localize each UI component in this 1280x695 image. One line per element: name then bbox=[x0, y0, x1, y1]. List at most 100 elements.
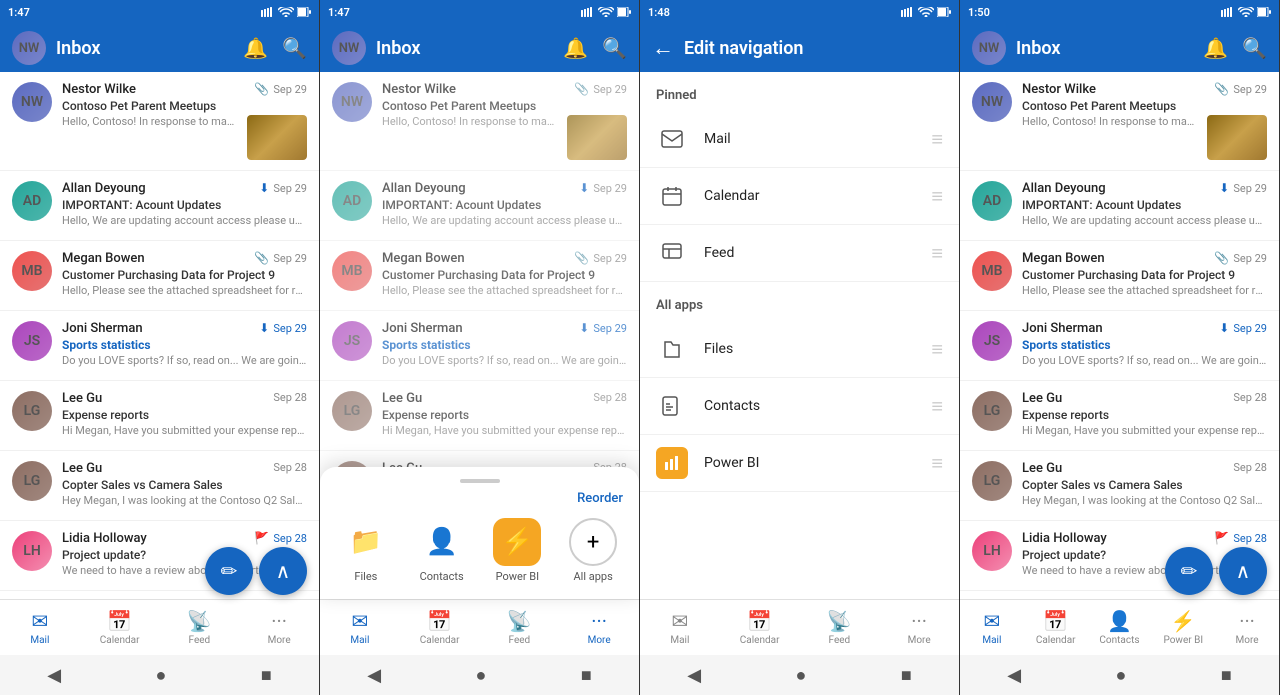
back-button-3[interactable]: ◀ bbox=[687, 665, 701, 686]
email-item[interactable]: JS Joni Sherman ⬇ Sep 29 Sports statisti… bbox=[960, 311, 1279, 381]
nav-calendar-1[interactable]: 📅 Calendar bbox=[96, 609, 144, 646]
reorder-handle-mail[interactable]: ≡ bbox=[931, 127, 943, 152]
reorder-handle-calendar[interactable]: ≡ bbox=[931, 184, 943, 209]
recent-button-2[interactable]: ■ bbox=[581, 665, 592, 686]
back-arrow-button[interactable]: ← bbox=[652, 35, 674, 61]
attachment-icon: 📎 bbox=[254, 251, 269, 265]
edit-nav-contacts[interactable]: Contacts ≡ bbox=[640, 378, 959, 435]
nav-mail-2[interactable]: ✉ Mail bbox=[336, 609, 384, 646]
reorder-button[interactable]: Reorder bbox=[320, 491, 639, 514]
email-subject: Sports statistics bbox=[382, 338, 627, 352]
recent-button-4[interactable]: ■ bbox=[1221, 665, 1232, 686]
nav-contacts-4[interactable]: 👤 Contacts bbox=[1095, 609, 1143, 646]
home-button-3[interactable]: ● bbox=[796, 665, 807, 686]
edit-nav-mail[interactable]: Mail ≡ bbox=[640, 111, 959, 168]
email-item[interactable]: LG Lee Gu Sep 28 Expense reports Hi Mega… bbox=[320, 381, 639, 451]
email-sender: Lidia Holloway bbox=[62, 531, 147, 546]
reorder-handle-files[interactable]: ≡ bbox=[931, 337, 943, 362]
nav-more-3[interactable]: ··· More bbox=[895, 609, 943, 646]
nav-more-4[interactable]: ··· More bbox=[1223, 609, 1271, 646]
app-header-1: NW Inbox 🔔 🔍 bbox=[0, 24, 319, 72]
reorder-handle-feed[interactable]: ≡ bbox=[931, 241, 943, 266]
email-item[interactable]: LG Lee Gu Sep 28 Expense reports Hi Mega… bbox=[0, 381, 319, 451]
nav-more-1[interactable]: ··· More bbox=[255, 609, 303, 646]
calendar-nav-label: Calendar bbox=[704, 188, 915, 204]
status-icons-1 bbox=[261, 7, 311, 17]
home-button-4[interactable]: ● bbox=[1116, 665, 1127, 686]
home-button-2[interactable]: ● bbox=[476, 665, 487, 686]
sheet-item-files[interactable]: 📁 Files bbox=[336, 518, 396, 583]
recent-button-3[interactable]: ■ bbox=[901, 665, 912, 686]
user-avatar-4[interactable]: NW bbox=[972, 31, 1006, 65]
bottom-sheet-2: Reorder 📁 Files 👤 Contacts ⚡ Power BI + … bbox=[320, 467, 639, 599]
email-sender: Allan Deyoung bbox=[382, 181, 466, 196]
nav-calendar-label-3: Calendar bbox=[740, 635, 780, 646]
back-button-4[interactable]: ◀ bbox=[1007, 665, 1021, 686]
email-content: Allan Deyoung ⬇ Sep 29 IMPORTANT: Acount… bbox=[382, 181, 627, 230]
edit-nav-feed[interactable]: Feed ≡ bbox=[640, 225, 959, 282]
sheet-label-powerbi: Power BI bbox=[496, 570, 540, 583]
email-subject: Sports statistics bbox=[62, 338, 307, 352]
nav-mail-3[interactable]: ✉ Mail bbox=[656, 609, 704, 646]
compose-button-4[interactable]: ✏ bbox=[1165, 547, 1213, 595]
sheet-item-powerbi[interactable]: ⚡ Power BI bbox=[487, 518, 547, 583]
edit-nav-powerbi[interactable]: Power BI ≡ bbox=[640, 435, 959, 492]
recent-button-1[interactable]: ■ bbox=[261, 665, 272, 686]
edit-nav-files[interactable]: Files ≡ bbox=[640, 321, 959, 378]
email-item[interactable]: LG Lee Gu Sep 28 Copter Sales vs Camera … bbox=[0, 451, 319, 521]
system-nav-1: ◀ ● ■ bbox=[0, 655, 319, 695]
email-item[interactable]: NW Nestor Wilke 📎 Sep 29 Contoso Pet Par… bbox=[0, 72, 319, 171]
search-icon-4[interactable]: 🔍 bbox=[1242, 36, 1267, 60]
back-button-2[interactable]: ◀ bbox=[367, 665, 381, 686]
status-bar-1: 1:47 bbox=[0, 0, 319, 24]
email-item[interactable]: AD Allan Deyoung ⬇ Sep 29 IMPORTANT: Aco… bbox=[0, 171, 319, 241]
search-icon-2[interactable]: 🔍 bbox=[602, 36, 627, 60]
email-item[interactable]: MB Megan Bowen 📎 Sep 29 Customer Purchas… bbox=[320, 241, 639, 311]
nav-feed-3[interactable]: 📡 Feed bbox=[815, 609, 863, 646]
nav-powerbi-4[interactable]: ⚡ Power BI bbox=[1159, 609, 1207, 646]
search-icon-1[interactable]: 🔍 bbox=[282, 36, 307, 60]
reorder-handle-contacts[interactable]: ≡ bbox=[931, 394, 943, 419]
feed-nav-icon bbox=[656, 237, 688, 269]
bell-icon-2[interactable]: 🔔 bbox=[563, 36, 588, 60]
nav-calendar-2[interactable]: 📅 Calendar bbox=[416, 609, 464, 646]
email-item[interactable]: NW Nestor Wilke 📎 Sep 29 Contoso Pet Par… bbox=[960, 72, 1279, 171]
bell-icon-1[interactable]: 🔔 bbox=[243, 36, 268, 60]
email-item[interactable]: LG Lee Gu Sep 28 Copter Sales vs Camera … bbox=[960, 451, 1279, 521]
nav-feed-2[interactable]: 📡 Feed bbox=[495, 609, 543, 646]
email-item[interactable]: LG Lee Gu Sep 28 Expense reports Hi Mega… bbox=[960, 381, 1279, 451]
email-item[interactable]: MB Megan Bowen 📎 Sep 29 Customer Purchas… bbox=[960, 241, 1279, 311]
sheet-item-allapps[interactable]: + All apps bbox=[563, 518, 623, 583]
email-item[interactable]: JS Joni Sherman ⬇ Sep 29 Sports statisti… bbox=[320, 311, 639, 381]
email-sender: Megan Bowen bbox=[1022, 251, 1105, 266]
sheet-handle bbox=[460, 479, 500, 483]
status-time-1: 1:47 bbox=[8, 6, 30, 19]
user-avatar-1[interactable]: NW bbox=[12, 31, 46, 65]
email-subject: IMPORTANT: Acount Updates bbox=[382, 198, 627, 212]
email-date: Sep 29 bbox=[273, 322, 307, 335]
compose-button-1[interactable]: ✏ bbox=[205, 547, 253, 595]
expand-button-1[interactable]: ∧ bbox=[259, 547, 307, 595]
email-item[interactable]: AD Allan Deyoung ⬇ Sep 29 IMPORTANT: Aco… bbox=[960, 171, 1279, 241]
email-subject: Copter Sales vs Camera Sales bbox=[62, 478, 307, 492]
email-item[interactable]: MB Megan Bowen 📎 Sep 29 Customer Purchas… bbox=[0, 241, 319, 311]
nav-mail-4[interactable]: ✉ Mail bbox=[968, 609, 1016, 646]
expand-button-4[interactable]: ∧ bbox=[1219, 547, 1267, 595]
home-button-1[interactable]: ● bbox=[156, 665, 167, 686]
nav-mail-1[interactable]: ✉ Mail bbox=[16, 609, 64, 646]
email-item[interactable]: JS Joni Sherman ⬇ Sep 29 Sports statisti… bbox=[0, 311, 319, 381]
edit-nav-calendar[interactable]: Calendar ≡ bbox=[640, 168, 959, 225]
user-avatar-2[interactable]: NW bbox=[332, 31, 366, 65]
email-item[interactable]: NW Nestor Wilke 📎 Sep 29 Contoso Pet Par… bbox=[320, 72, 639, 171]
sheet-item-contacts[interactable]: 👤 Contacts bbox=[412, 518, 472, 583]
nav-feed-1[interactable]: 📡 Feed bbox=[175, 609, 223, 646]
nav-calendar-3[interactable]: 📅 Calendar bbox=[736, 609, 784, 646]
nav-calendar-4[interactable]: 📅 Calendar bbox=[1032, 609, 1080, 646]
email-item[interactable]: AD Allan Deyoung ⬇ Sep 29 IMPORTANT: Aco… bbox=[320, 171, 639, 241]
reorder-handle-powerbi[interactable]: ≡ bbox=[931, 451, 943, 476]
back-button-1[interactable]: ◀ bbox=[47, 665, 61, 686]
nav-more-2[interactable]: ··· More bbox=[575, 609, 623, 646]
email-sender: Megan Bowen bbox=[62, 251, 145, 266]
calendar-nav-icon bbox=[656, 180, 688, 212]
bell-icon-4[interactable]: 🔔 bbox=[1203, 36, 1228, 60]
